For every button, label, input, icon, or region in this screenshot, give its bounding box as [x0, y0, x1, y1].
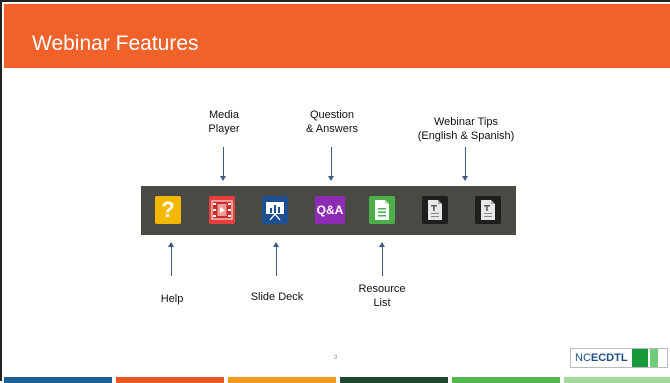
slide-deck-icon[interactable] — [262, 196, 288, 224]
slide-header: Webinar Features — [4, 4, 670, 68]
question-mark-glyph: ? — [161, 197, 175, 222]
help-label: Help — [160, 293, 184, 305]
footer-color-bars — [4, 377, 670, 383]
document-icon — [375, 200, 389, 220]
qa-text: Q&A — [316, 203, 344, 217]
media-player-arrow — [220, 147, 226, 181]
media-player-icon[interactable] — [209, 196, 235, 224]
webinar-tips-english-icon[interactable] — [422, 196, 448, 224]
slide-title: Webinar Features — [32, 32, 199, 55]
footer-bar-blue — [4, 377, 112, 383]
text-document-icon — [428, 200, 442, 220]
logo-text: NCECDTL — [575, 352, 628, 364]
webinar-toolbar: ? Q&A — [141, 186, 516, 235]
logo-light-green-bar — [649, 349, 658, 367]
text-document-icon — [481, 200, 495, 220]
slide-deck-arrow — [273, 242, 279, 276]
slide: Webinar Features Media Player Question &… — [0, 0, 670, 383]
resource-list-label: Resource List — [358, 283, 406, 309]
webinar-tips-label: Webinar Tips (English & Spanish) — [417, 116, 515, 142]
qa-icon[interactable]: Q&A — [315, 196, 345, 224]
webinar-tips-arrow — [462, 147, 468, 181]
footer-bar-gold — [228, 377, 336, 383]
footer-bar-green — [452, 377, 560, 383]
qa-arrow — [328, 147, 334, 181]
footer-bar-orange — [116, 377, 224, 383]
presentation-board-icon — [266, 202, 284, 221]
help-icon[interactable]: ? — [155, 196, 181, 224]
resource-list-icon[interactable] — [369, 196, 395, 224]
media-player-label: Media Player — [208, 109, 240, 135]
slide-deck-label: Slide Deck — [250, 291, 304, 303]
film-play-icon — [211, 200, 233, 220]
question-answers-label: Question & Answers — [306, 109, 358, 135]
ncecdtl-logo: NCECDTL — [570, 348, 668, 368]
footer-bar-light-green — [564, 377, 670, 383]
footer-bar-dark-green — [340, 377, 448, 383]
page-number: 3 — [334, 355, 338, 361]
logo-green-bar — [631, 349, 648, 367]
help-arrow — [168, 242, 174, 276]
resource-list-arrow — [379, 242, 385, 276]
webinar-tips-spanish-icon[interactable] — [475, 196, 501, 224]
